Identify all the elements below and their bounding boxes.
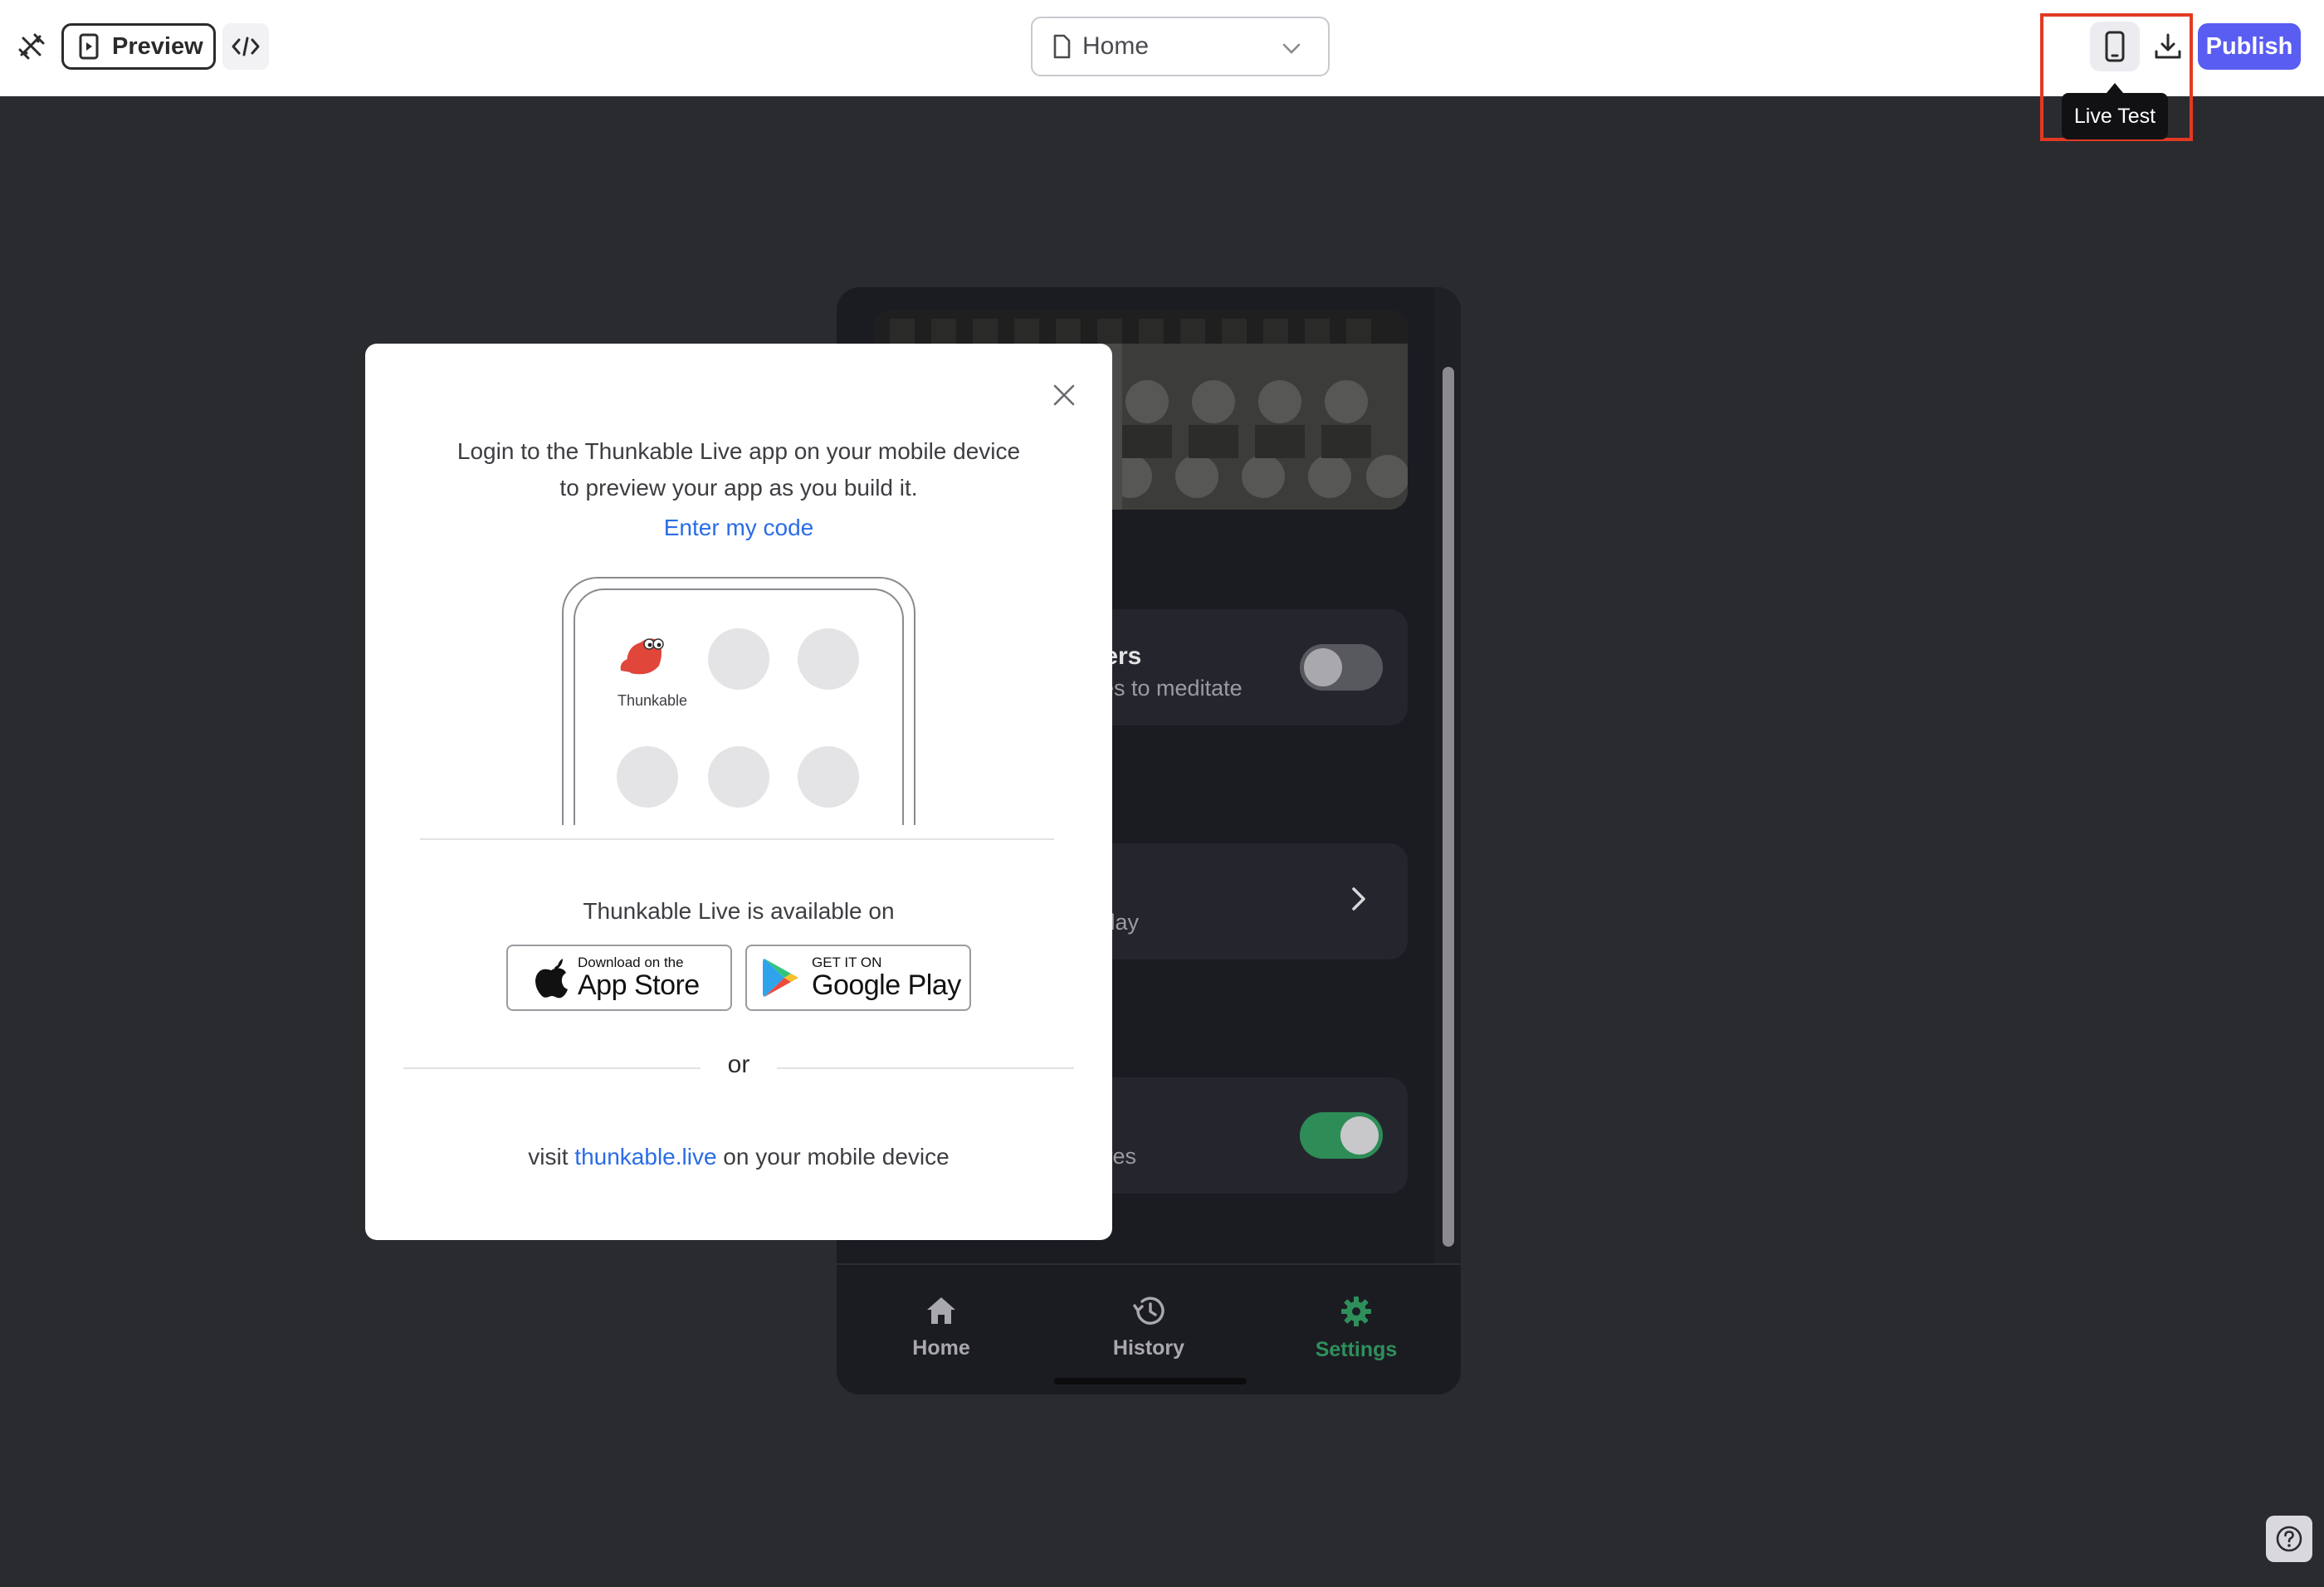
phone-scrollbar[interactable] (1434, 287, 1461, 1263)
toggle-knob (1340, 1116, 1379, 1155)
tab-history[interactable]: History (1066, 1295, 1232, 1360)
thunkable-live-link[interactable]: thunkable.live (574, 1144, 716, 1169)
enter-my-code-link[interactable]: Enter my code (365, 515, 1112, 541)
app-store-big-text: App Store (578, 969, 700, 1001)
tab-label: Home (912, 1336, 970, 1360)
close-icon[interactable] (1044, 375, 1084, 415)
bottom-tab-bar: Home History Settings (837, 1263, 1461, 1394)
home-icon (927, 1297, 955, 1324)
chevron-right-icon (1352, 887, 1365, 911)
home-indicator (1054, 1378, 1247, 1384)
code-view-icon[interactable] (222, 23, 269, 70)
toggle-knob (1304, 648, 1342, 686)
modal-instruction-line-1: Login to the Thunkable Live app on your … (456, 438, 1021, 464)
live-test-tooltip: Live Test (2062, 83, 2168, 139)
play-file-icon (79, 33, 99, 60)
tab-settings[interactable]: Settings (1273, 1295, 1439, 1362)
design-tools-icon[interactable] (10, 23, 53, 70)
divider (420, 838, 1054, 840)
tab-label: History (1112, 1336, 1185, 1360)
chevron-down-icon (1282, 43, 1301, 54)
visit-prefix: visit (528, 1144, 575, 1169)
apple-icon (535, 959, 568, 999)
history-icon (1133, 1296, 1164, 1325)
app-store-badge[interactable]: Download on the App Store (506, 945, 732, 1011)
visit-suffix: on your mobile device (716, 1144, 950, 1169)
eyes-toggle[interactable] (1300, 1112, 1383, 1159)
illustration-app-label: Thunkable (617, 692, 688, 709)
page-selector[interactable]: Home (1031, 17, 1330, 76)
google-play-icon (763, 959, 798, 997)
gear-icon (1341, 1296, 1371, 1326)
preview-label: Preview (112, 32, 203, 60)
or-divider-left (403, 1067, 701, 1069)
scrollbar-thumb[interactable] (1443, 367, 1454, 1247)
top-toolbar: Preview Home Publish (0, 0, 2324, 96)
tab-home[interactable]: Home (858, 1295, 1024, 1360)
tab-label: Settings (1315, 1338, 1398, 1361)
available-on-text: Thunkable Live is available on (583, 898, 895, 924)
page-icon (1053, 34, 1071, 59)
google-play-badge[interactable]: GET IT ON Google Play (745, 945, 971, 1011)
or-text: or (727, 1051, 750, 1078)
preview-button[interactable]: Preview (61, 23, 216, 70)
live-test-modal: Login to the Thunkable Live app on your … (365, 344, 1112, 1240)
publish-button[interactable]: Publish (2198, 23, 2301, 70)
or-divider-right (777, 1067, 1074, 1069)
google-play-small-text: GET IT ON (812, 955, 882, 970)
google-play-big-text: Google Play (812, 969, 961, 1001)
reminder-toggle[interactable] (1300, 644, 1383, 691)
modal-instruction-line-2: to preview your app as you build it. (559, 475, 918, 501)
app-store-small-text: Download on the (578, 955, 684, 970)
page-selector-value: Home (1082, 32, 1150, 60)
visit-text: visit thunkable.live on your mobile devi… (365, 1139, 1112, 1175)
help-icon[interactable] (2266, 1516, 2312, 1562)
